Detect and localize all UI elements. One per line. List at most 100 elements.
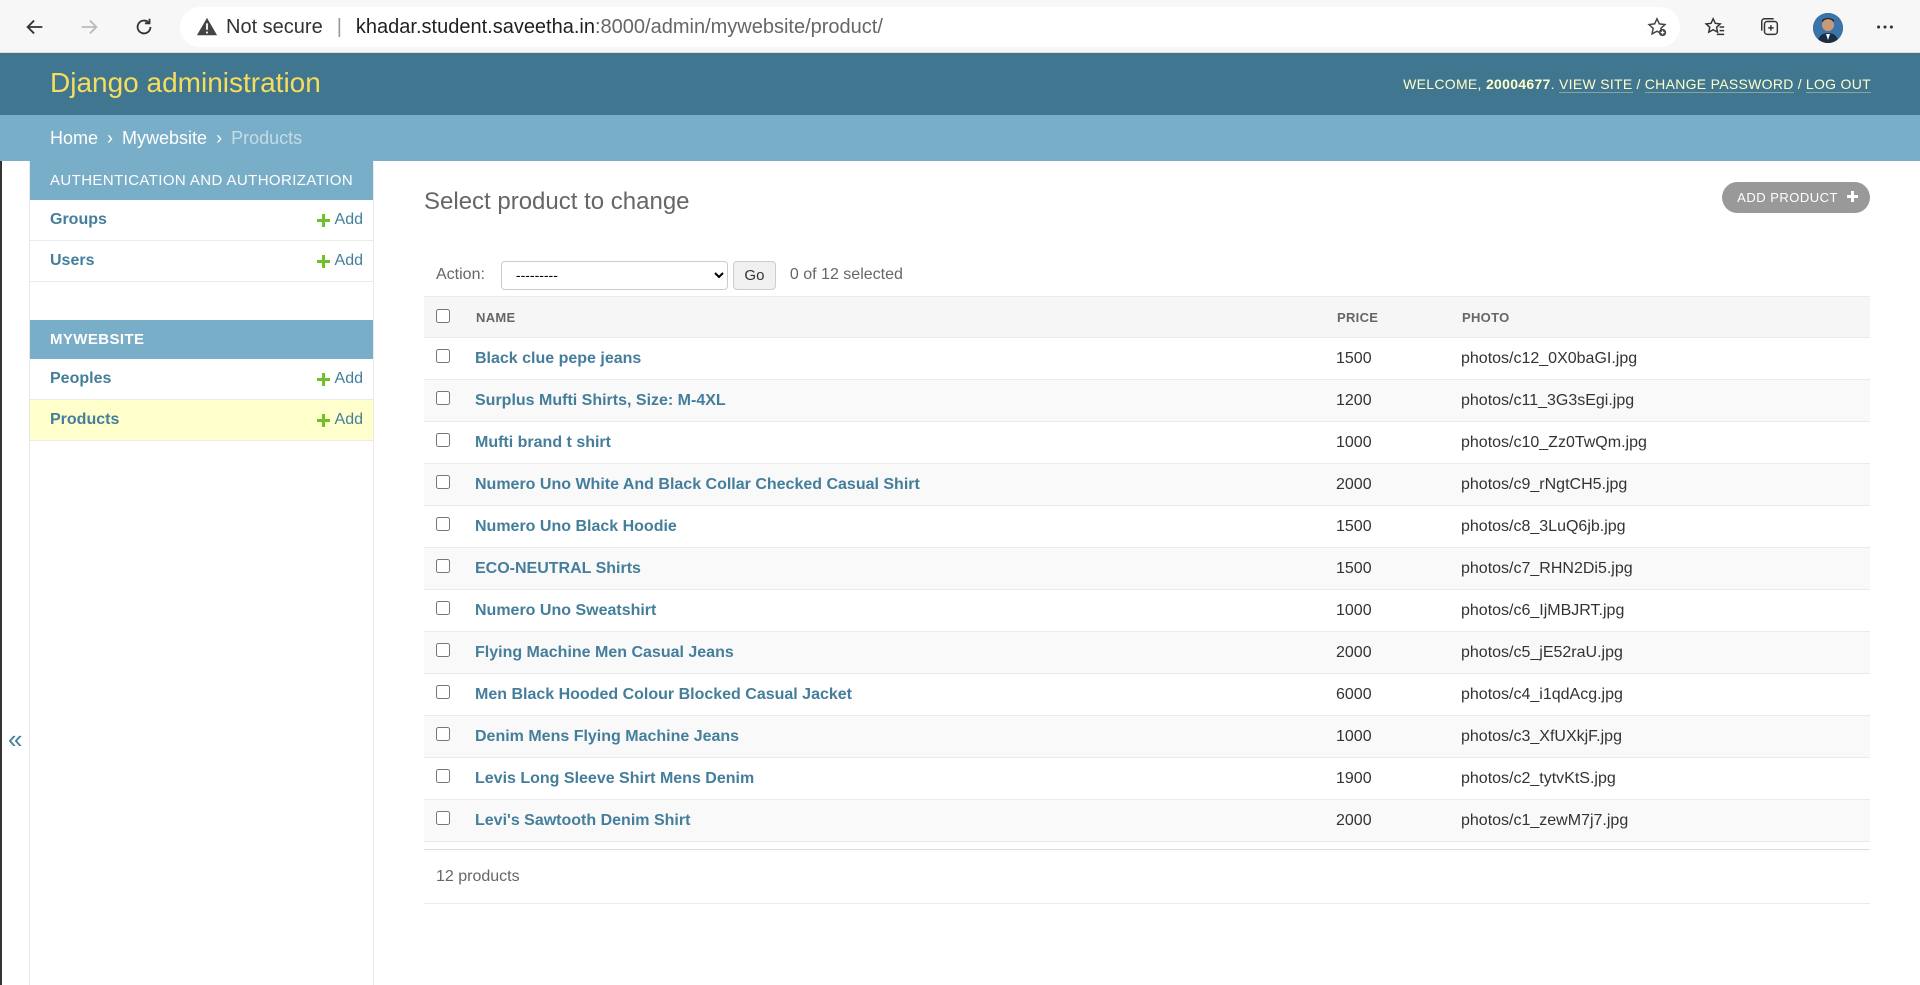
sidebar-item-products: Products Add	[30, 400, 373, 441]
add-users-link[interactable]: Add	[316, 252, 363, 270]
row-checkbox[interactable]	[436, 643, 450, 657]
name-cell: Surplus Mufti Shirts, Size: M-4XL	[474, 379, 1335, 422]
row-select-cell	[424, 505, 474, 548]
row-checkbox[interactable]	[436, 685, 450, 699]
table-row: ECO-NEUTRAL Shirts 1500 photos/c7_RHN2Di5.…	[424, 547, 1870, 590]
product-link[interactable]: Numero Uno White And Black Collar Checke…	[475, 476, 920, 493]
product-link[interactable]: Black clue pepe jeans	[475, 350, 641, 367]
name-cell: Numero Uno Sweatshirt	[474, 589, 1335, 632]
action-select[interactable]: ---------	[500, 260, 728, 290]
breadcrumb-separator: ›	[107, 128, 114, 148]
price-cell: 1000	[1335, 421, 1460, 464]
app-caption-auth[interactable]: Authentication and Authorization	[30, 161, 373, 200]
not-secure-label: Not secure	[226, 15, 323, 38]
collections-button[interactable]	[1756, 13, 1784, 41]
profile-avatar[interactable]	[1813, 13, 1843, 43]
product-link[interactable]: Men Black Hooded Colour Blocked Casual J…	[475, 686, 852, 703]
favorites-button[interactable]	[1701, 13, 1729, 41]
back-button[interactable]	[17, 9, 53, 45]
paginator: 12 products	[424, 849, 1870, 904]
price-cell: 1200	[1335, 379, 1460, 422]
product-link[interactable]: Levi's Sawtooth Denim Shirt	[475, 812, 690, 829]
photo-cell: photos/c3_XfUXkjF.jpg	[1460, 715, 1870, 758]
refresh-button[interactable]	[126, 9, 162, 45]
sidebar-item-users: Users Add	[30, 241, 373, 282]
forward-button[interactable]	[71, 9, 107, 45]
table-row: Levis Long Sleeve Shirt Mens Denim 1900 ph…	[424, 757, 1870, 800]
nav-sidebar: Authentication and Authorization Groups …	[30, 161, 374, 985]
row-select-cell	[424, 715, 474, 758]
add-label: Add	[334, 211, 363, 228]
row-checkbox[interactable]	[436, 559, 450, 573]
select-all-checkbox[interactable]	[436, 308, 450, 323]
add-peoples-link[interactable]: Add	[316, 370, 363, 388]
name-cell: Levi's Sawtooth Denim Shirt	[474, 799, 1335, 842]
refresh-icon	[136, 18, 152, 35]
warning-icon	[196, 17, 218, 36]
price-cell: 2000	[1335, 463, 1460, 506]
plus-icon	[316, 372, 330, 386]
app-auth: Authentication and Authorization Groups …	[30, 161, 373, 282]
product-link[interactable]: ECO-NEUTRAL Shirts	[475, 560, 641, 577]
go-button[interactable]: Go	[732, 260, 776, 290]
add-product-button[interactable]: Add product	[1722, 182, 1870, 213]
model-link-users[interactable]: Users	[50, 252, 94, 270]
product-link[interactable]: Denim Mens Flying Machine Jeans	[475, 728, 739, 745]
column-header-photo[interactable]: Photo	[1460, 296, 1870, 338]
product-link[interactable]: Surplus Mufti Shirts, Size: M-4XL	[475, 392, 726, 409]
table-row: Flying Machine Men Casual Jeans 2000 photo…	[424, 631, 1870, 674]
change-password-link[interactable]: Change password	[1644, 76, 1794, 93]
breadcrumb-app[interactable]: Mywebsite	[122, 128, 207, 148]
photo-cell: photos/c1_zewM7j7.jpg	[1460, 799, 1870, 842]
product-link[interactable]: Flying Machine Men Casual Jeans	[475, 644, 734, 661]
more-menu-button[interactable]	[1871, 13, 1899, 41]
name-cell: Numero Uno Black Hoodie	[474, 505, 1335, 548]
selection-counter: 0 of 12 selected	[789, 266, 903, 283]
product-link[interactable]: Numero Uno Sweatshirt	[475, 602, 656, 619]
toggle-sidebar-button[interactable]: «	[8, 724, 22, 755]
row-checkbox[interactable]	[436, 601, 450, 615]
model-link-groups[interactable]: Groups	[50, 211, 107, 229]
column-header-price[interactable]: Price	[1335, 296, 1460, 338]
name-cell: Mufti brand t shirt	[474, 421, 1335, 464]
row-checkbox[interactable]	[436, 475, 450, 489]
row-checkbox[interactable]	[436, 349, 450, 363]
row-select-cell	[424, 631, 474, 674]
photo-cell: photos/c2_tytvKtS.jpg	[1460, 757, 1870, 800]
add-groups-link[interactable]: Add	[316, 211, 363, 229]
more-icon	[1877, 25, 1893, 29]
row-checkbox[interactable]	[436, 433, 450, 447]
product-link[interactable]: Numero Uno Black Hoodie	[475, 518, 677, 535]
app-caption-mywebsite[interactable]: Mywebsite	[30, 320, 373, 359]
site-branding[interactable]: Django administration	[50, 67, 321, 99]
table-row: Men Black Hooded Colour Blocked Casual J…	[424, 673, 1870, 716]
row-checkbox[interactable]	[436, 811, 450, 825]
user-tools: Welcome, 20004677. View site / Change pass…	[1403, 76, 1871, 93]
product-link[interactable]: Mufti brand t shirt	[475, 434, 611, 451]
model-link-peoples[interactable]: Peoples	[50, 370, 111, 388]
sidebar-toggle-strip: «	[0, 161, 30, 985]
row-select-cell	[424, 547, 474, 590]
add-products-link[interactable]: Add	[316, 411, 363, 429]
product-link[interactable]: Levis Long Sleeve Shirt Mens Denim	[475, 770, 754, 787]
view-site-link[interactable]: View site	[1559, 76, 1633, 93]
table-row: Denim Mens Flying Machine Jeans 1000 photo…	[424, 715, 1870, 758]
collections-icon	[1761, 18, 1779, 36]
log-out-link[interactable]: Log out	[1805, 76, 1871, 93]
price-cell: 1000	[1335, 715, 1460, 758]
breadcrumb-home[interactable]: Home	[50, 128, 98, 148]
row-checkbox[interactable]	[436, 727, 450, 741]
price-cell: 1000	[1335, 589, 1460, 632]
name-cell: ECO-NEUTRAL Shirts	[474, 547, 1335, 590]
favorite-add-icon[interactable]	[1646, 16, 1668, 38]
row-checkbox[interactable]	[436, 517, 450, 531]
model-link-products[interactable]: Products	[50, 411, 119, 429]
photo-cell: photos/c11_3G3sEgi.jpg	[1460, 379, 1870, 422]
column-header-name[interactable]: Name	[474, 296, 1335, 338]
breadcrumb: Home › Mywebsite › Products	[0, 115, 1920, 161]
address-bar[interactable]: Not secure | khadar.student.saveetha.in:…	[180, 7, 1680, 47]
row-checkbox[interactable]	[436, 391, 450, 405]
url-path: :8000/admin/mywebsite/product/	[594, 15, 883, 38]
row-checkbox[interactable]	[436, 769, 450, 783]
name-cell: Flying Machine Men Casual Jeans	[474, 631, 1335, 674]
